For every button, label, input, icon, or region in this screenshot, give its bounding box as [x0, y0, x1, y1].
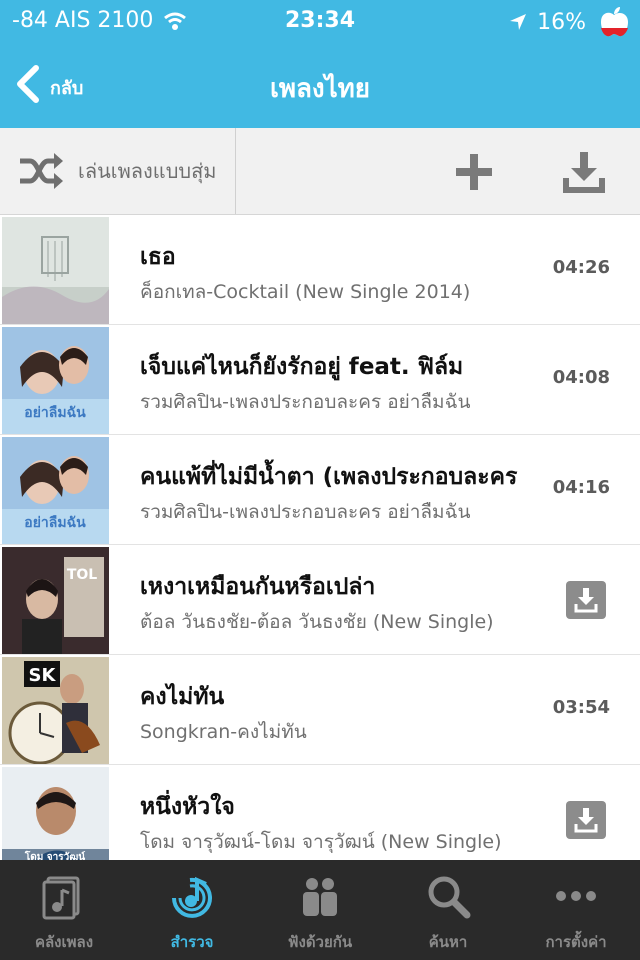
song-title: เจ็บแค่ไหนก็ยังรักอยู่ feat. ฟิล์ม	[140, 354, 464, 380]
download-all-icon[interactable]	[562, 150, 606, 194]
tab-bar: คลังเพลง สำรวจ ฟังด้วยกัน ค้นหา การตั้งค…	[0, 860, 640, 960]
download-button[interactable]	[566, 581, 606, 619]
song-artist: รวมศิลปิน-เพลงประกอบละคร อย่าลืมฉัน	[140, 391, 471, 413]
svg-text:TOL: TOL	[67, 567, 97, 583]
top-bar: -84 AIS 2100 23:34 16% กลับ เพลงไทย	[0, 0, 640, 128]
shuffle-label: เล่นเพลงแบบสุ่ม	[78, 159, 217, 183]
song-title: คงไม่ทัน	[140, 684, 225, 710]
tab-settings[interactable]: การตั้งค่า	[512, 860, 640, 960]
song-duration: 04:08	[552, 367, 610, 388]
svg-text:โดม จารุวัฒน์: โดม จารุวัฒน์	[24, 850, 85, 860]
svg-text:อย่าลืมฉัน: อย่าลืมฉัน	[24, 405, 86, 421]
song-duration: 03:54	[552, 697, 610, 718]
song-row[interactable]: อย่าลืมฉัน เจ็บแค่ไหนก็ยังรักอยู่ feat. …	[0, 325, 640, 435]
status-bar: -84 AIS 2100 23:34 16%	[0, 0, 640, 40]
tab-explore[interactable]: สำรวจ	[128, 860, 256, 960]
album-art: อย่าลืมฉัน	[2, 327, 109, 434]
album-art: โดม จารุวัฒน์	[2, 767, 109, 860]
battery-apple-icon	[601, 7, 628, 37]
song-title: เหงาเหมือนกันหรือเปล่า	[140, 574, 376, 600]
tab-label: สำรวจ	[170, 933, 214, 951]
album-art: อย่าลืมฉัน	[2, 437, 109, 544]
more-dots-icon	[556, 891, 596, 901]
tab-label: ค้นหา	[428, 933, 468, 951]
svg-text:อย่าลืมฉัน: อย่าลืมฉัน	[24, 515, 86, 531]
page-title: เพลงไทย	[269, 74, 371, 104]
song-duration: 04:16	[552, 477, 610, 498]
nav-bar: กลับ เพลงไทย	[0, 40, 640, 128]
shuffle-icon	[20, 153, 63, 189]
download-button[interactable]	[566, 801, 606, 839]
search-icon	[428, 876, 471, 919]
listen-together-icon	[303, 878, 337, 916]
battery-percent: 16%	[537, 9, 586, 35]
tab-search[interactable]: ค้นหา	[384, 860, 512, 960]
song-row[interactable]: อย่าลืมฉัน คนแพ้ที่ไม่มีน้ำตา (เพลงประกอ…	[0, 435, 640, 545]
add-icon[interactable]	[452, 150, 496, 194]
song-row[interactable]: SK คงไม่ทัน Songkran-คงไม่ทัน 03:54	[0, 655, 640, 765]
song-row[interactable]: โดม จารุวัฒน์ หนึ่งหัวใจ โดม จารุวัฒน์-โ…	[0, 765, 640, 860]
location-arrow-icon	[510, 14, 527, 30]
song-title: คนแพ้ที่ไม่มีน้ำตา (เพลงประกอบละคร	[140, 464, 518, 490]
explore-note-icon	[172, 876, 212, 918]
tab-label: คลังเพลง	[34, 933, 94, 951]
song-list: เธอ ค็อกเทล-Cocktail (New Single 2014) 0…	[0, 215, 640, 860]
song-row[interactable]: เธอ ค็อกเทล-Cocktail (New Single 2014) 0…	[0, 215, 640, 325]
song-title: เธอ	[140, 244, 176, 270]
svg-text:SK: SK	[29, 665, 57, 686]
album-art: SK	[2, 657, 109, 764]
tab-label: การตั้งค่า	[545, 933, 607, 951]
song-artist: ต้อล วันธงชัย-ต้อล วันธงชัย (New Single)	[140, 611, 494, 633]
song-artist: โดม จารุวัฒน์-โดม จารุวัฒน์ (New Single)	[140, 831, 502, 853]
tab-library[interactable]: คลังเพลง	[0, 860, 128, 960]
tab-listen-together[interactable]: ฟังด้วยกัน	[256, 860, 384, 960]
song-artist: ค็อกเทล-Cocktail (New Single 2014)	[140, 281, 471, 303]
toolbar: เล่นเพลงแบบสุ่ม	[0, 128, 640, 215]
music-library-icon	[42, 876, 80, 920]
tab-label: ฟังด้วยกัน	[287, 933, 353, 951]
song-row[interactable]: TOL เหงาเหมือนกันหรือเปล่า ต้อล วันธงชัย…	[0, 545, 640, 655]
album-art: TOL	[2, 547, 109, 654]
download-icon	[574, 808, 598, 833]
album-art	[2, 217, 109, 324]
shuffle-play-button[interactable]: เล่นเพลงแบบสุ่ม	[0, 128, 236, 214]
song-artist: รวมศิลปิน-เพลงประกอบละคร อย่าลืมฉัน	[140, 501, 471, 523]
song-artist: Songkran-คงไม่ทัน	[140, 721, 307, 743]
song-title: หนึ่งหัวใจ	[140, 794, 235, 820]
song-duration: 04:26	[552, 257, 610, 278]
download-icon	[574, 588, 598, 613]
